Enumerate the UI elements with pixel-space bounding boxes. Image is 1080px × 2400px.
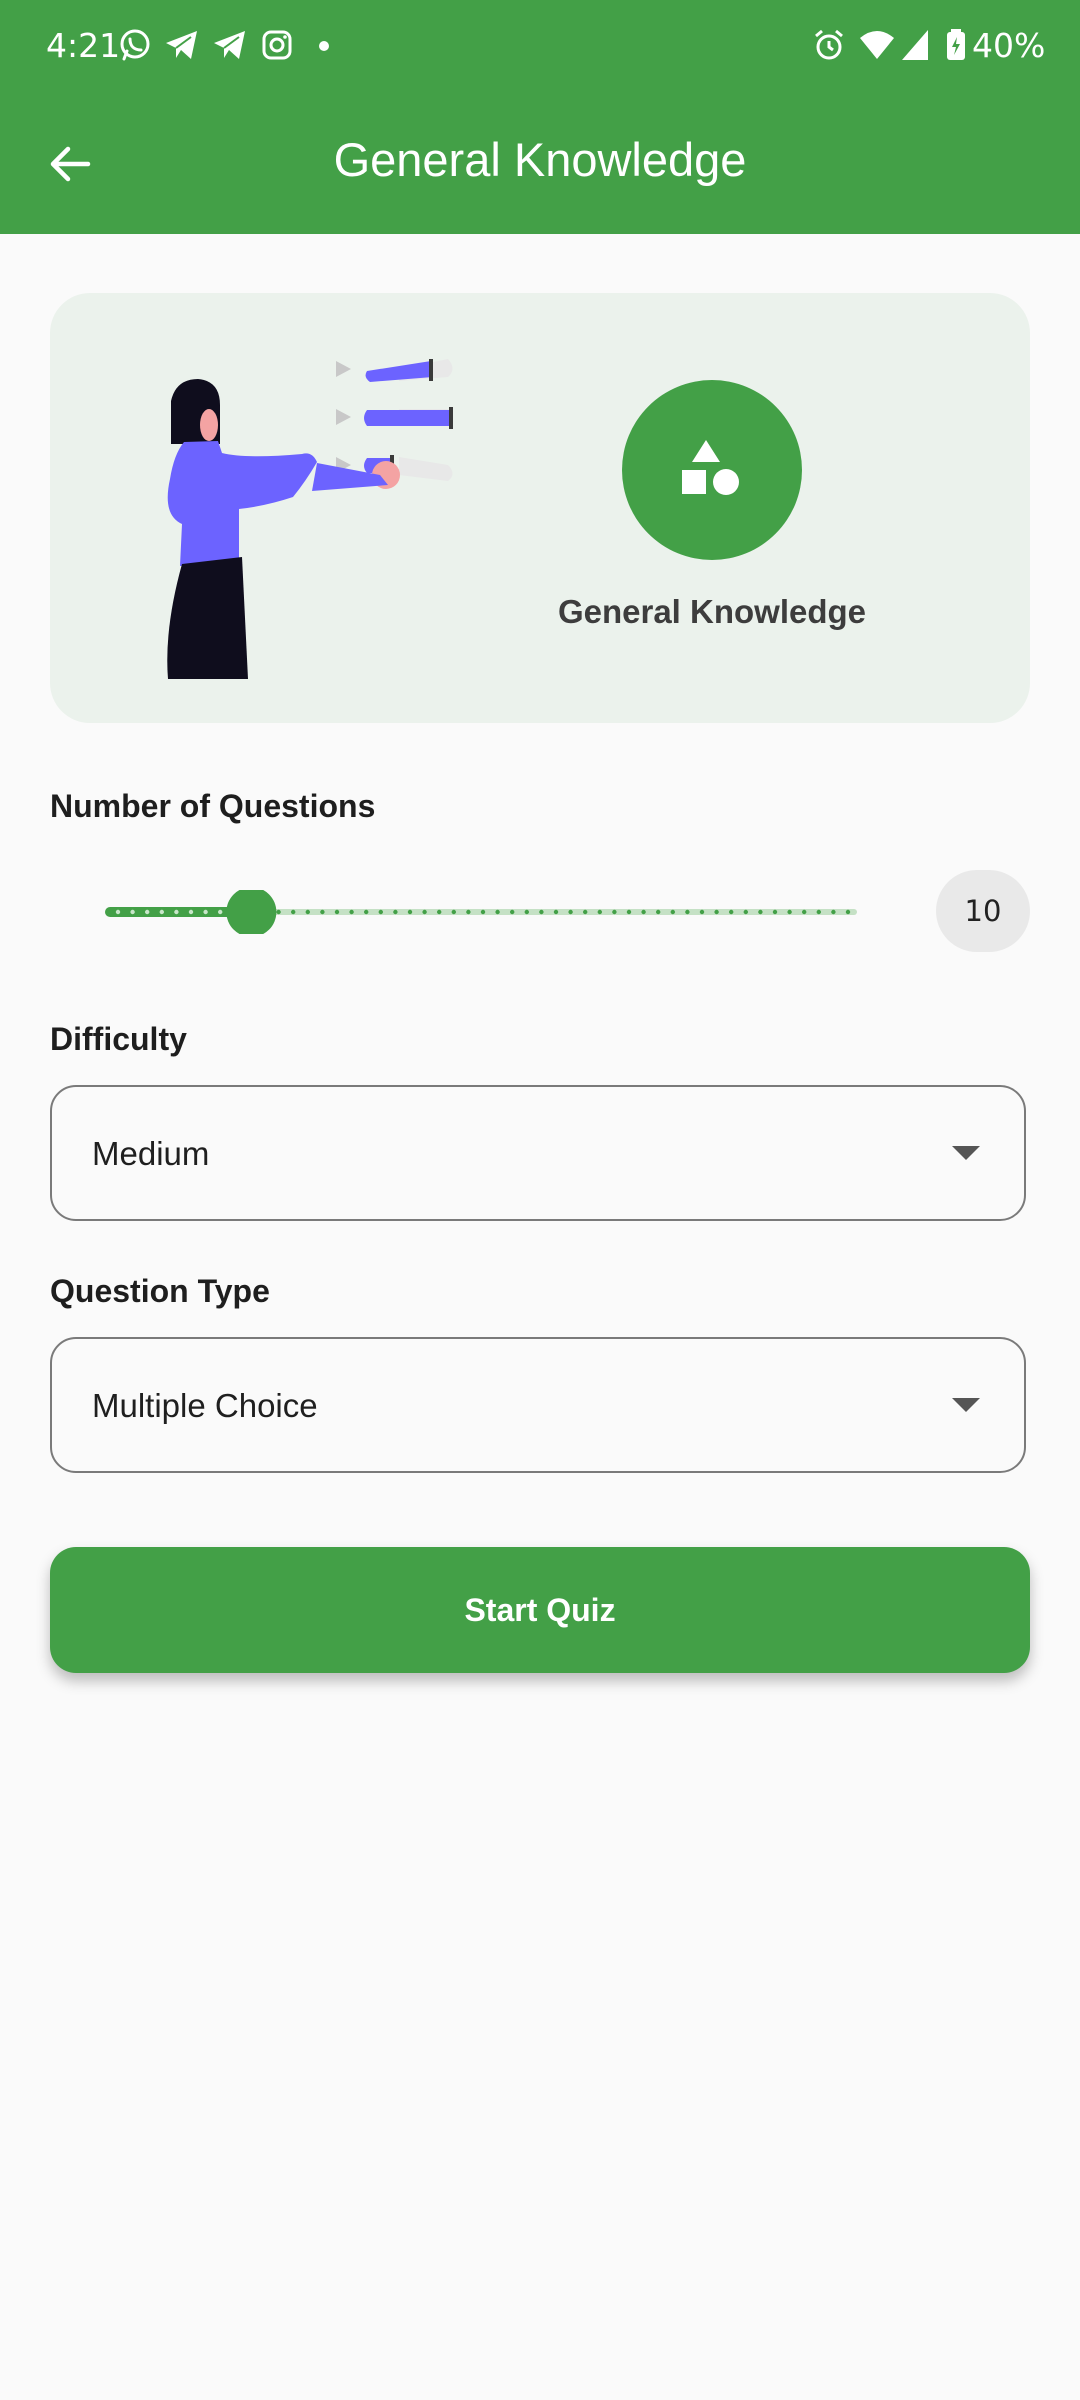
slider-tick <box>305 909 310 915</box>
slider-tick <box>451 909 456 915</box>
slider-tick <box>466 909 471 915</box>
slider-tick <box>524 909 529 915</box>
slider-tick <box>743 909 748 915</box>
slider-tick <box>802 909 807 915</box>
slider-tick <box>188 909 194 915</box>
questions-label: Number of Questions <box>50 788 376 824</box>
telegram-icon <box>214 31 245 59</box>
app-bar: 4:21 40% General Knowledge <box>0 0 1080 234</box>
battery-percentage: 40% <box>972 26 1046 65</box>
slider-tick <box>218 909 223 915</box>
slider-tick <box>553 909 559 915</box>
questions-slider[interactable] <box>104 890 864 934</box>
slider-tick <box>393 909 398 915</box>
slider-tick <box>626 909 632 915</box>
dot-icon <box>319 41 329 51</box>
dropdown-arrow-icon <box>952 1398 980 1412</box>
dropdown-arrow-icon <box>952 1146 980 1160</box>
slider-tick <box>349 909 354 915</box>
question-type-value: Multiple Choice <box>92 1387 318 1424</box>
shapes-icon <box>682 440 739 495</box>
instagram-icon <box>262 30 292 60</box>
slider-tick <box>422 909 427 915</box>
status-bar: 4:21 40% <box>0 0 1080 94</box>
question-type-label: Question Type <box>50 1273 270 1309</box>
slider-tick <box>407 909 413 915</box>
slider-thumb[interactable] <box>226 890 277 934</box>
category-name: General Knowledge <box>557 593 867 630</box>
slider-tick <box>364 909 369 915</box>
slider-tick <box>583 909 588 915</box>
status-time: 4:21 <box>46 26 121 65</box>
slider-tick <box>656 909 661 915</box>
slider-tick <box>291 909 296 915</box>
alarm-icon <box>815 29 843 60</box>
slider-tick <box>495 909 500 915</box>
slider-tick <box>758 909 763 915</box>
slider-tick <box>378 909 383 915</box>
whatsapp-icon <box>120 29 150 61</box>
slider-tick <box>203 909 208 915</box>
slider-tick <box>130 909 135 915</box>
slider-tick <box>480 909 486 915</box>
slider-tick <box>510 909 515 915</box>
slider-tick <box>159 909 164 915</box>
slider-tick <box>612 909 617 915</box>
slider-tick <box>685 909 690 915</box>
wifi-icon <box>860 31 894 59</box>
questions-count: 10 <box>936 870 1030 952</box>
difficulty-dropdown[interactable]: Medium <box>50 1085 1026 1221</box>
battery-charging-icon <box>947 29 965 60</box>
slider-tick <box>334 909 340 915</box>
page-title: General Knowledge <box>333 133 747 186</box>
slider-tick <box>787 909 792 915</box>
slider-tick <box>437 909 442 915</box>
slider-tick <box>276 909 281 915</box>
slider-tick <box>115 909 121 915</box>
slider-tick <box>699 909 705 915</box>
slider-tick <box>539 909 544 915</box>
category-icon-badge <box>622 380 802 560</box>
difficulty-label: Difficulty <box>50 1021 187 1057</box>
slider-tick <box>670 909 675 915</box>
slider-tick <box>831 909 836 915</box>
slider-tick <box>772 909 778 915</box>
telegram-icon <box>166 31 197 59</box>
slider-tick <box>641 909 646 915</box>
slider-tick <box>714 909 719 915</box>
question-type-dropdown[interactable]: Multiple Choice <box>50 1337 1026 1473</box>
slider-tick <box>174 909 179 915</box>
slider-tick <box>320 909 325 915</box>
start-quiz-button[interactable]: Start Quiz <box>50 1547 1030 1673</box>
slider-tick <box>816 909 821 915</box>
slider-tick <box>597 909 602 915</box>
slider-tick <box>568 909 573 915</box>
slider-tick <box>845 909 851 915</box>
slider-tick <box>729 909 734 915</box>
category-card: General Knowledge <box>50 293 1030 723</box>
difficulty-value: Medium <box>92 1135 210 1172</box>
slider-tick <box>145 909 150 915</box>
quiz-illustration <box>167 359 453 679</box>
signal-icon <box>902 30 928 60</box>
